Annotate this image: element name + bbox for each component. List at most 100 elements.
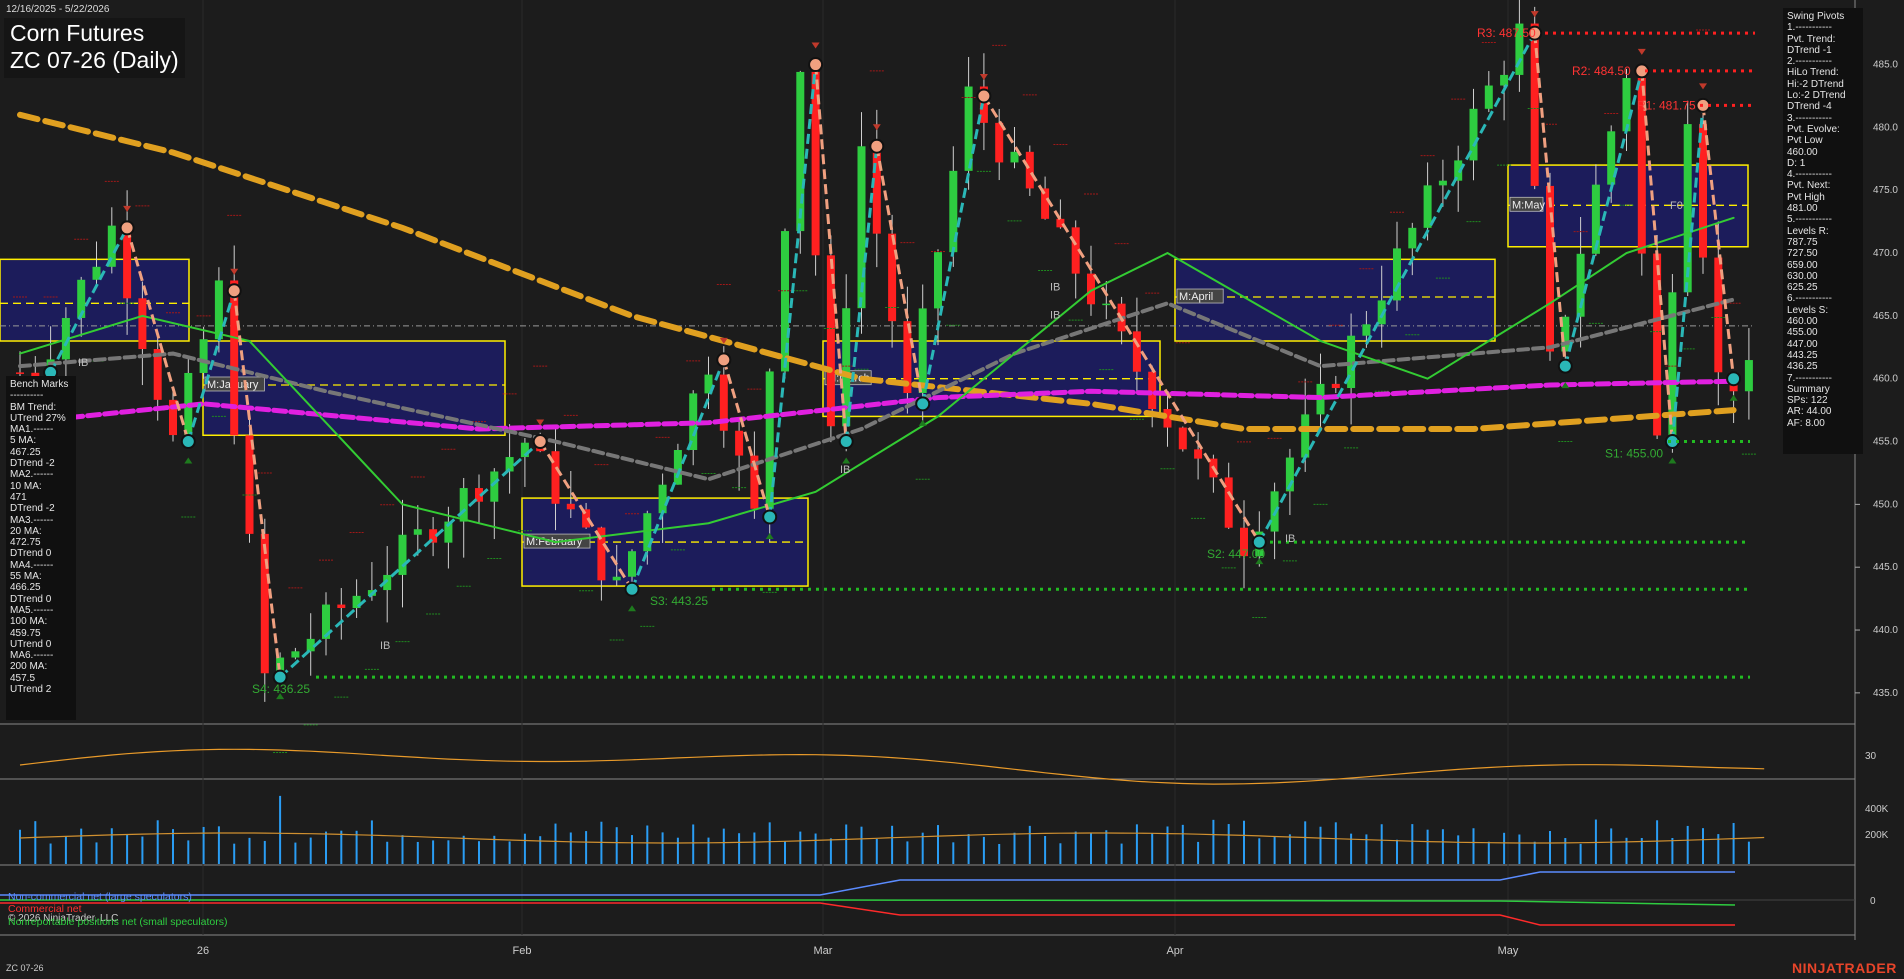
bench-panel-line: MA4.------ xyxy=(10,559,54,571)
y-tick-label: 435.0 xyxy=(1873,688,1898,699)
candle-body xyxy=(735,430,744,456)
swing-pivot-marker xyxy=(976,88,992,104)
candle-body xyxy=(1530,23,1539,186)
candle-body xyxy=(1301,414,1310,458)
candle-body xyxy=(138,298,147,350)
swing-pivots-panel: Swing Pivots 1.----------- Pvt. Trend: DTre… xyxy=(1783,8,1863,454)
candle-body xyxy=(1408,227,1417,249)
candle-body xyxy=(1699,124,1707,258)
y-tick-label: 470.0 xyxy=(1873,248,1898,259)
swing-pivot-marker xyxy=(1557,358,1573,374)
candle-body xyxy=(918,308,927,394)
ib-label: IB xyxy=(78,357,88,369)
bench-panel-line: DTrend -2 xyxy=(10,458,55,470)
swing-panel-line: DTrend -4 xyxy=(1787,101,1832,113)
footer-symbol: ZC 07-26 xyxy=(6,963,44,973)
candle-body xyxy=(245,435,254,534)
bench-panel-line: UTrend 27% xyxy=(10,412,66,424)
candle-body xyxy=(1362,324,1371,336)
candle-body xyxy=(1546,185,1554,352)
y-tick-label: 465.0 xyxy=(1873,311,1898,322)
swing-panel-line: 460.00 xyxy=(1787,146,1818,158)
swing-pivot-marker xyxy=(226,283,242,299)
level-label-resistance: R2: 484.50 xyxy=(1572,64,1631,78)
swing-pivot-marker xyxy=(716,352,732,368)
candle-body xyxy=(1224,477,1233,528)
swing-panel-line: 447.00 xyxy=(1787,338,1818,350)
bench-panel-line: 467.25 xyxy=(10,446,41,458)
candle-body xyxy=(566,503,575,510)
y-tick-label: 475.0 xyxy=(1873,185,1898,196)
swing-panel-line: HiLo Trend: xyxy=(1787,67,1839,79)
f0-label: F0 xyxy=(1670,200,1683,212)
bench-panel-line: 457.5 xyxy=(10,672,36,684)
candle-body xyxy=(673,450,682,485)
swing-panel-line: AR: 44.00 xyxy=(1787,406,1832,418)
swing-panel-line: D: 1 xyxy=(1787,157,1806,169)
ib-label: IB xyxy=(1285,533,1295,545)
candle-body xyxy=(291,651,300,658)
y-tick-label: 480.0 xyxy=(1873,122,1898,133)
candle-body xyxy=(1025,151,1034,189)
swing-pivot-marker xyxy=(869,138,885,154)
candle-body xyxy=(1132,331,1141,372)
bench-panel-line: 459.75 xyxy=(10,627,41,639)
x-tick-label: Mar xyxy=(814,945,833,957)
candle-body xyxy=(628,551,636,577)
month-label: M:May xyxy=(1512,199,1546,211)
bench-panel-line: 5 MA: xyxy=(10,435,37,447)
month-label: M:April xyxy=(1179,291,1213,303)
candle-body xyxy=(1438,180,1447,186)
swing-panel-line: Pvt. Trend: xyxy=(1787,33,1836,45)
candle-body xyxy=(658,484,667,514)
swing-panel-line: 659.00 xyxy=(1787,259,1818,271)
bench-panel-line: 472.75 xyxy=(10,537,41,549)
y-tick-label: 455.0 xyxy=(1873,437,1898,448)
ib-label: IB xyxy=(380,640,390,652)
indicator-axis-label: 30 xyxy=(1865,751,1877,762)
swing-panel-line: Levels R: xyxy=(1787,225,1829,237)
swing-panel-line: 3.----------- xyxy=(1787,112,1832,124)
swing-panel-line: 727.50 xyxy=(1787,248,1818,260)
price-chart[interactable]: 435.0 440.0 445.0 450.0 455.0 460.0 465.0 470.0… xyxy=(0,0,1904,979)
candle-body xyxy=(1622,78,1631,132)
bench-panel-line: 466.25 xyxy=(10,582,41,594)
y-tick-label: 485.0 xyxy=(1873,60,1898,71)
instrument-name: Corn Futures xyxy=(10,20,145,46)
ib-label: IB xyxy=(1050,309,1060,321)
candle-body xyxy=(214,280,223,340)
bench-panel-line: DTrend 0 xyxy=(10,548,52,560)
level-label-support: S3: 443.25 xyxy=(650,594,708,608)
y-tick-label: 450.0 xyxy=(1873,499,1898,510)
candle-body xyxy=(888,233,897,322)
candle-body xyxy=(16,372,24,374)
bench-panel-line: ---------- xyxy=(10,390,44,402)
swing-pivot-marker xyxy=(119,220,135,236)
ib-label: IB xyxy=(840,464,850,476)
candle-body xyxy=(796,71,805,232)
swing-panel-line: Pvt High xyxy=(1787,191,1825,203)
level-label-support: S4: 436.25 xyxy=(252,682,310,696)
volume-axis-label: 200K xyxy=(1865,830,1889,841)
swing-panel-line: Hi:-2 DTrend xyxy=(1787,78,1844,90)
candle-body xyxy=(1331,383,1340,389)
bench-panel-line: UTrend 2 xyxy=(10,684,52,696)
swing-pivot-marker xyxy=(808,57,824,73)
candle-body xyxy=(1010,151,1019,163)
bench-panel-line: 471 xyxy=(10,491,27,503)
level-label-resistance: R3: 487.50 xyxy=(1477,26,1536,40)
bench-panel-line: 200 MA: xyxy=(10,661,48,673)
swing-panel-line: 455.00 xyxy=(1787,327,1818,339)
swing-panel-line: Summary xyxy=(1787,383,1830,395)
candle-body xyxy=(398,534,407,575)
bench-panel-line: 20 MA: xyxy=(10,525,42,537)
cot-legend-nonreportable: Nonreportable positions net (small specu… xyxy=(8,916,228,928)
cot-legend-noncommercial: Non-commercial net (large speculators) xyxy=(8,891,192,903)
swing-pivot-marker xyxy=(624,581,640,597)
candle-body xyxy=(765,371,774,509)
swing-panel-line: 5.----------- xyxy=(1787,214,1832,226)
x-tick-label: 26 xyxy=(197,945,209,957)
cot-noncommercial-line xyxy=(0,871,1735,896)
ninjatrader-logo: NINJATRADER xyxy=(1792,960,1897,976)
swing-panel-line: 4.----------- xyxy=(1787,169,1832,181)
